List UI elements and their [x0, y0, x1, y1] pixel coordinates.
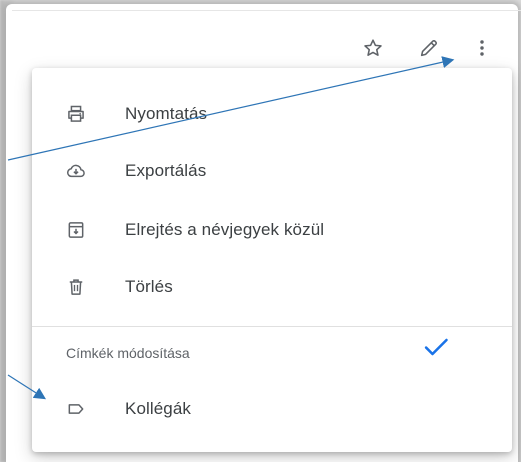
labels-section-heading: Címkék módosítása: [66, 345, 190, 361]
menu-item-label: Exportálás: [125, 161, 207, 180]
menu-item-delete[interactable]: Törlés: [32, 258, 512, 316]
star-outline-icon: [364, 39, 382, 56]
trash-icon: [66, 277, 86, 297]
menu-item-label: Törlés: [125, 277, 173, 296]
printer-icon: [66, 104, 86, 124]
menu-item-label: Kollégák: [125, 399, 192, 418]
edit-button[interactable]: [413, 32, 445, 64]
menu-divider: [32, 326, 512, 327]
cloud-download-icon: [66, 161, 86, 181]
more-vertical-icon: [480, 40, 484, 56]
checkmark-icon: [424, 338, 448, 356]
star-button[interactable]: [357, 32, 389, 64]
archive-icon: [66, 220, 86, 240]
menu-item-hide-from-contacts[interactable]: Elrejtés a névjegyek közül: [32, 201, 512, 259]
menu-item-label: Elrejtés a névjegyek közül: [125, 220, 325, 239]
menu-item-label: Nyomtatás: [125, 104, 208, 123]
menu-item-export[interactable]: Exportálás: [32, 142, 512, 200]
card-divider: [12, 10, 521, 11]
more-options-button[interactable]: [466, 32, 498, 64]
menu-item-print[interactable]: Nyomtatás: [32, 85, 512, 143]
menu-item-label-colleagues[interactable]: Kollégák: [32, 380, 512, 438]
label-outline-icon: [66, 399, 86, 419]
pencil-icon: [420, 40, 437, 57]
contact-options-menu: Nyomtatás Exportálás Elrejtés a névjegye…: [32, 68, 512, 452]
